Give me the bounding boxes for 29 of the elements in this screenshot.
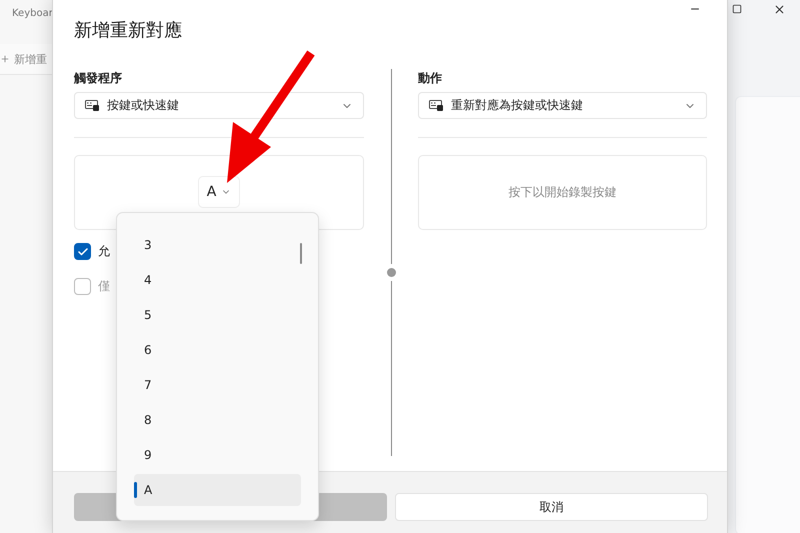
keyboard-icon bbox=[85, 100, 99, 111]
menu-item[interactable]: 3 bbox=[134, 229, 301, 261]
maximize-icon bbox=[732, 4, 742, 14]
type-dropdown[interactable]: 按鍵或快速鍵 bbox=[74, 92, 364, 119]
action-dropdown[interactable]: 重新對應為按鍵或快速鍵 bbox=[418, 92, 707, 119]
checkbox[interactable] bbox=[74, 243, 91, 260]
key-button[interactable]: A bbox=[198, 176, 240, 208]
scrollbar-thumb[interactable] bbox=[300, 243, 302, 264]
menu-item[interactable]: 5 bbox=[134, 299, 301, 331]
menu-item[interactable]: 8 bbox=[134, 404, 301, 436]
menu-item[interactable]: 6 bbox=[134, 334, 301, 366]
menu-item[interactable]: 4 bbox=[134, 264, 301, 296]
keyboard-icon bbox=[429, 100, 443, 111]
record-hint: 按下以開始錄製按鍵 bbox=[508, 184, 616, 201]
option-label: 允 bbox=[98, 243, 110, 260]
splitter-handle[interactable] bbox=[386, 268, 396, 277]
section-label: 動作 bbox=[418, 70, 443, 87]
dialog-title: 新增重新對應 bbox=[74, 19, 183, 43]
section-label: 觸發程序 bbox=[74, 70, 123, 87]
menu-item[interactable]: 9 bbox=[134, 439, 301, 471]
plus-icon bbox=[0, 54, 10, 64]
menu-item[interactable]: A bbox=[134, 474, 301, 506]
cancel-button[interactable]: 取消 bbox=[395, 493, 708, 521]
app-title: Keyboar bbox=[11, 7, 52, 19]
record-panel[interactable]: 按下以開始錄製按鍵 bbox=[418, 155, 707, 230]
menu-item[interactable]: 7 bbox=[134, 369, 301, 401]
close-icon bbox=[772, 2, 786, 16]
check-icon bbox=[76, 246, 88, 258]
option-label: 僅 bbox=[98, 278, 110, 295]
